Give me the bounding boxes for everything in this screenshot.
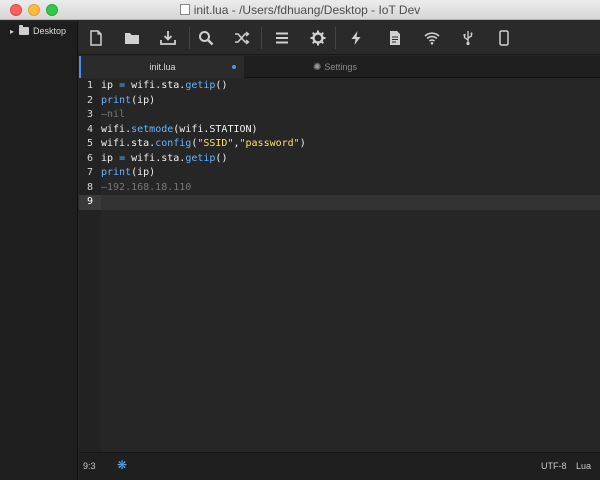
download-button[interactable] <box>155 25 181 51</box>
code-line[interactable]: ​ <box>101 195 600 210</box>
code-line[interactable]: ip = wifi.sta.getip() <box>101 152 600 167</box>
shuffle-button[interactable] <box>229 25 255 51</box>
cursor-position[interactable]: 9:3 <box>83 461 96 471</box>
folder-icon <box>125 33 139 44</box>
line-number: 3 <box>86 109 93 120</box>
document-button[interactable] <box>382 25 408 51</box>
tab-settings[interactable]: ✺ Settings <box>245 56 425 78</box>
line-number: 1 <box>86 80 93 91</box>
new-file-button[interactable] <box>83 25 109 51</box>
code-line[interactable]: print(ip) <box>101 94 600 109</box>
download-icon <box>160 31 176 45</box>
code-editor[interactable]: 1 2 3 4 5 6 7 8 9 ip = wifi.sta.getip() p… <box>79 79 600 452</box>
tree-item-label: Desktop <box>33 26 67 36</box>
code-line[interactable]: print(ip) <box>101 166 600 181</box>
phone-icon <box>499 30 509 46</box>
wifi-button[interactable] <box>419 25 445 51</box>
file-icon <box>90 30 102 46</box>
document-icon <box>390 31 400 45</box>
code-line[interactable]: wifi.setmode(wifi.STATION) <box>101 123 600 138</box>
code-line[interactable]: wifi.sta.config("SSID","password") <box>101 137 600 152</box>
list-icon <box>276 32 288 44</box>
code-line[interactable]: ip = wifi.sta.getip() <box>101 79 600 94</box>
folder-icon <box>19 25 30 35</box>
shuffle-icon <box>235 31 250 45</box>
tools-icon: ✺ <box>313 61 322 73</box>
tree-item-desktop[interactable]: ▸ Desktop <box>10 23 66 39</box>
grammar-selector[interactable]: Lua <box>576 461 591 471</box>
window-title-text: init.lua - /Users/fdhuang/Desktop - IoT … <box>193 3 421 17</box>
line-number: 7 <box>86 167 93 178</box>
wifi-icon <box>424 32 440 45</box>
document-proxy-icon <box>179 4 190 15</box>
code-line[interactable]: —192.168.18.110 <box>101 181 600 196</box>
open-folder-button[interactable] <box>119 25 145 51</box>
device-button[interactable] <box>491 25 517 51</box>
tab-label: Settings <box>324 62 357 72</box>
line-number-current: 9 <box>79 195 101 210</box>
line-number: 6 <box>86 152 93 164</box>
line-number: 8 <box>86 181 93 193</box>
chevron-right-icon[interactable]: ▸ <box>10 27 14 36</box>
status-bar: 9:3 ❋ UTF-8 Lua <box>79 452 600 480</box>
line-number-gutter: 1 2 3 4 5 6 7 8 9 <box>79 79 101 452</box>
activity-spinner-icon: ❋ <box>117 458 128 472</box>
usb-button[interactable] <box>455 25 481 51</box>
code-area[interactable]: ip = wifi.sta.getip() print(ip) —nil wifi.s… <box>101 79 600 210</box>
gear-icon <box>310 30 326 46</box>
file-encoding[interactable]: UTF-8 <box>541 461 567 471</box>
line-number: 5 <box>86 138 93 149</box>
tree-view: ▸ Desktop <box>0 21 78 480</box>
tab-label: init.lua <box>149 62 176 72</box>
settings-button[interactable] <box>305 25 331 51</box>
toolbar <box>79 21 600 55</box>
title-bar: init.lua - /Users/fdhuang/Desktop - IoT … <box>0 0 600 20</box>
toolbar-separator <box>261 27 262 49</box>
lightning-icon <box>351 31 361 45</box>
list-button[interactable] <box>269 25 295 51</box>
line-number: 4 <box>86 123 93 135</box>
code-line[interactable]: —nil <box>101 108 600 123</box>
toolbar-separator <box>189 27 190 49</box>
modified-indicator-icon[interactable] <box>232 65 236 69</box>
toolbar-separator <box>335 27 336 49</box>
usb-icon <box>463 31 473 46</box>
search-button[interactable] <box>193 25 219 51</box>
app-window: init.lua - /Users/fdhuang/Desktop - IoT … <box>0 0 600 480</box>
window-title: init.lua - /Users/fdhuang/Desktop - IoT … <box>0 3 600 17</box>
line-number: 2 <box>86 94 93 106</box>
flash-button[interactable] <box>343 25 369 51</box>
tab-init-lua[interactable]: init.lua <box>79 56 244 78</box>
tab-bar: init.lua ✺ Settings <box>79 56 600 78</box>
search-icon <box>199 31 214 46</box>
